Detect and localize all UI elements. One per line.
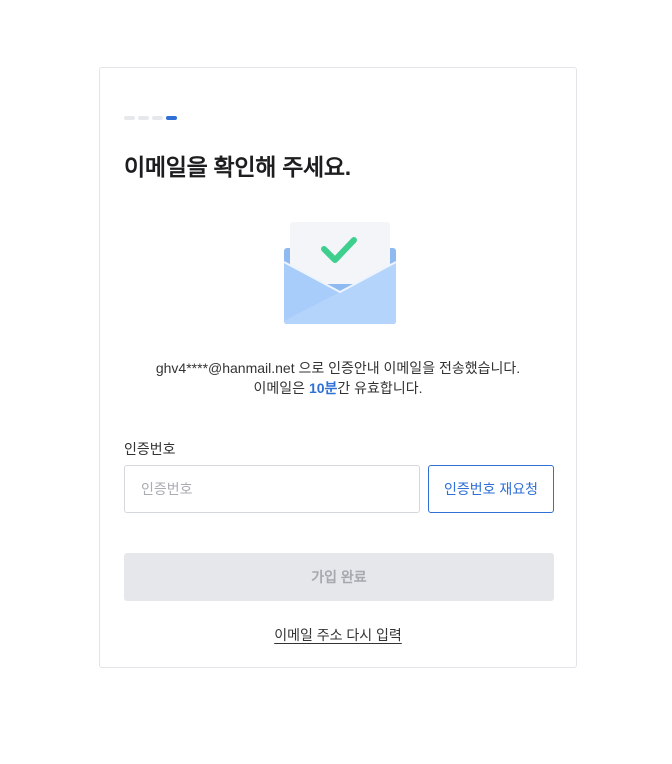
step-3: [152, 116, 163, 120]
notice-line-1: ghv4****@hanmail.net 으로 인증안내 이메일을 전송했습니다…: [155, 360, 521, 376]
verification-card: 이메일을 확인해 주세요. ghv4****@hanmail.net 으로 인증…: [99, 67, 577, 668]
verification-code-input[interactable]: [124, 465, 420, 513]
notice-line-2: 이메일은 10분간 유효합니다.: [100, 378, 576, 398]
step-1: [124, 116, 135, 120]
step-indicator: [124, 116, 177, 120]
verification-code-label: 인증번호: [124, 441, 176, 457]
reenter-email-link-container: 이메일 주소 다시 입력: [100, 625, 576, 645]
reenter-email-link[interactable]: 이메일 주소 다시 입력: [274, 627, 402, 643]
validity-duration: 10분: [308, 380, 338, 396]
page-title: 이메일을 확인해 주세요.: [124, 154, 351, 180]
notice-line-2-suffix: 간 유효합니다.: [337, 380, 423, 396]
complete-signup-button[interactable]: 가입 완료: [124, 553, 554, 601]
step-2: [138, 116, 149, 120]
email-sent-notice: ghv4****@hanmail.net 으로 인증안내 이메일을 전송했습니다…: [100, 358, 576, 398]
notice-line-2-prefix: 이메일은: [253, 380, 309, 396]
resend-code-button[interactable]: 인증번호 재요청: [428, 465, 554, 513]
envelope-check-icon: [282, 222, 398, 326]
step-4-current: [166, 116, 177, 120]
